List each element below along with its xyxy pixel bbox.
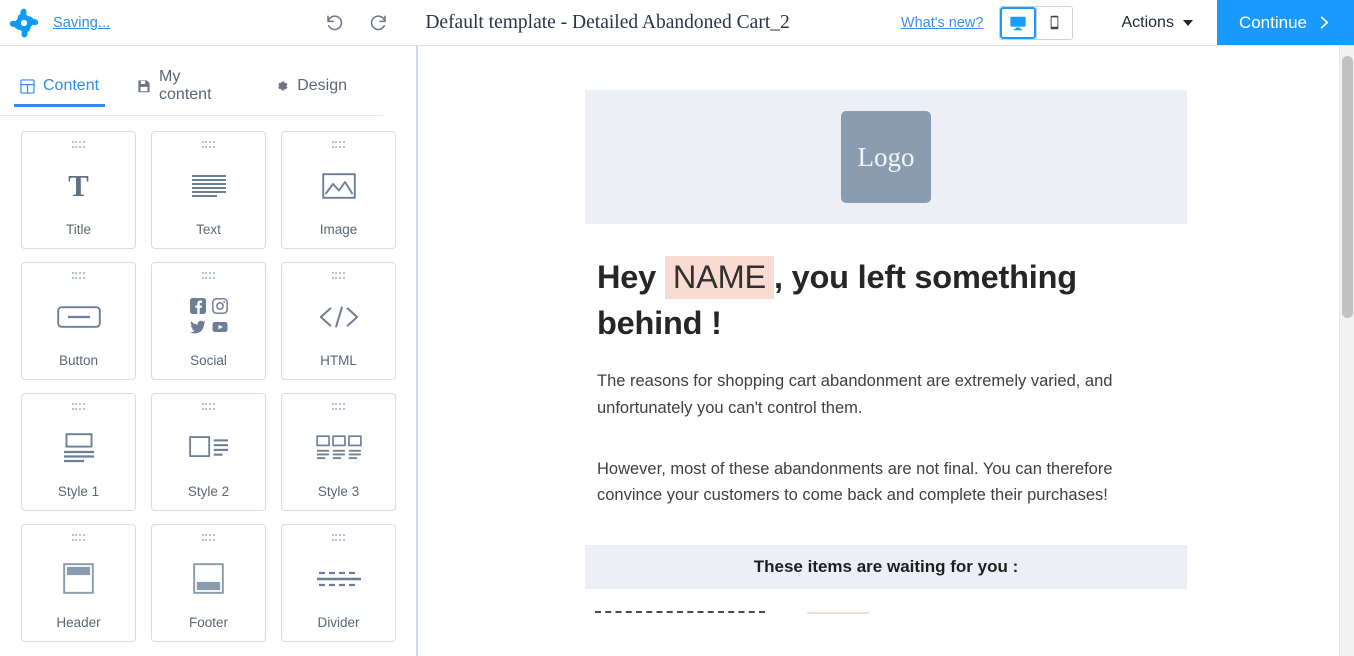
grid-blocks-icon xyxy=(20,78,35,94)
sidebar-tabs: Content My content Design xyxy=(0,46,383,116)
block-style-1[interactable]: Style 1 xyxy=(21,393,136,511)
block-image[interactable]: Image xyxy=(281,131,396,249)
instagram-icon xyxy=(211,298,228,314)
undo-arrow-icon[interactable] xyxy=(323,12,345,34)
divider-lines-icon xyxy=(316,542,362,615)
chevron-down-icon xyxy=(1182,19,1193,26)
content-blocks-grid: T Title Text Image Button Social HTML St… xyxy=(0,116,416,642)
block-social-label: Social xyxy=(190,353,227,368)
email-template: Logo Hey NAME, you left something behind… xyxy=(585,46,1187,615)
mobile-phone-icon[interactable] xyxy=(1036,6,1073,39)
image-over-text-icon xyxy=(62,411,96,484)
tab-design[interactable]: Design xyxy=(273,71,349,106)
block-title[interactable]: T Title xyxy=(21,131,136,249)
block-style-1-label: Style 1 xyxy=(57,484,100,499)
block-style-3-label: Style 3 xyxy=(317,484,360,499)
drag-grip-icon[interactable] xyxy=(71,403,86,411)
drag-grip-icon[interactable] xyxy=(201,403,216,411)
block-title-label: Title xyxy=(65,222,91,237)
email-paragraph-1[interactable]: The reasons for shopping cart abandonmen… xyxy=(585,368,1187,421)
topbar-right-group: What's new? Actions Continue xyxy=(885,0,1354,45)
canvas-scrollbar-thumb[interactable] xyxy=(1342,56,1353,318)
drag-grip-icon[interactable] xyxy=(331,534,346,542)
block-style-2-label: Style 2 xyxy=(187,484,230,499)
content-sidebar: Content My content Design T Title Text I… xyxy=(0,46,418,656)
drag-grip-icon[interactable] xyxy=(201,141,216,149)
rounded-button-icon xyxy=(56,280,101,353)
logo-placeholder[interactable]: Logo xyxy=(841,111,931,203)
block-button[interactable]: Button xyxy=(21,262,136,380)
document-title: Default template - Detailed Abandoned Ca… xyxy=(425,11,790,33)
continue-button[interactable]: Continue xyxy=(1216,0,1354,45)
actions-menu-button[interactable]: Actions xyxy=(1077,0,1216,45)
canvas-scrollbar-track[interactable] xyxy=(1339,46,1354,656)
youtube-icon xyxy=(212,322,227,332)
block-html-label: HTML xyxy=(320,353,357,368)
email-heading[interactable]: Hey NAME, you left something behind ! xyxy=(585,224,1187,350)
editor-body: Content My content Design T Title Text I… xyxy=(0,46,1354,656)
block-html[interactable]: HTML xyxy=(281,262,396,380)
tab-my-content[interactable]: My content xyxy=(135,62,239,115)
dashed-separator-icon xyxy=(595,611,765,614)
block-social[interactable]: Social xyxy=(151,262,266,380)
header-bar-icon xyxy=(63,542,94,615)
drag-grip-icon[interactable] xyxy=(201,272,216,280)
text-lines-icon xyxy=(191,149,227,222)
drag-grip-icon[interactable] xyxy=(71,141,86,149)
email-paragraph-2[interactable]: However, most of these abandonments are … xyxy=(585,456,1187,509)
twitter-icon xyxy=(189,320,206,334)
three-columns-icon xyxy=(315,411,362,484)
block-style-2[interactable]: Style 2 xyxy=(151,393,266,511)
tab-my-content-label: My content xyxy=(159,68,212,103)
code-brackets-icon xyxy=(318,280,360,353)
email-items-banner[interactable]: These items are waiting for you : xyxy=(585,545,1187,590)
redo-arrow-icon[interactable] xyxy=(367,12,389,34)
block-style-3[interactable]: Style 3 xyxy=(281,393,396,511)
device-preview-toggle xyxy=(999,5,1074,40)
name-merge-tag[interactable]: NAME xyxy=(664,256,774,299)
brevo-pinwheel-logo-icon[interactable] xyxy=(7,6,41,40)
tab-design-label: Design xyxy=(297,77,347,94)
heading-before-text: Hey xyxy=(597,259,657,295)
actions-label: Actions xyxy=(1121,13,1174,31)
drag-grip-icon[interactable] xyxy=(71,272,86,280)
saving-status-link[interactable]: Saving... xyxy=(53,15,110,31)
email-product-row[interactable] xyxy=(585,589,1187,615)
picture-mountain-icon xyxy=(321,149,356,222)
block-footer-label: Footer xyxy=(188,615,229,630)
top-toolbar: Saving... Default template - Detailed Ab… xyxy=(0,0,1354,46)
tab-content[interactable]: Content xyxy=(13,71,106,107)
undo-redo-group xyxy=(323,12,389,34)
email-preview-canvas[interactable]: Logo Hey NAME, you left something behind… xyxy=(418,46,1354,656)
serif-letter-t-icon: T xyxy=(68,168,89,203)
block-header[interactable]: Header xyxy=(21,524,136,642)
block-divider[interactable]: Divider xyxy=(281,524,396,642)
continue-label: Continue xyxy=(1238,12,1307,32)
block-footer[interactable]: Footer xyxy=(151,524,266,642)
whats-new-link[interactable]: What's new? xyxy=(885,0,1000,45)
block-image-label: Image xyxy=(319,222,358,237)
drag-grip-icon[interactable] xyxy=(331,403,346,411)
drag-grip-icon[interactable] xyxy=(201,534,216,542)
block-header-label: Header xyxy=(56,615,101,630)
pink-separator-icon xyxy=(807,612,869,615)
desktop-monitor-icon[interactable] xyxy=(1000,6,1037,39)
image-left-text-right-icon xyxy=(188,411,229,484)
gear-icon xyxy=(278,81,288,91)
drag-grip-icon[interactable] xyxy=(71,534,86,542)
footer-bar-icon xyxy=(193,542,224,615)
save-disk-icon xyxy=(138,80,150,93)
block-button-label: Button xyxy=(58,353,99,368)
facebook-icon xyxy=(189,298,206,314)
drag-grip-icon[interactable] xyxy=(331,141,346,149)
social-networks-icon xyxy=(189,280,228,353)
block-text[interactable]: Text xyxy=(151,131,266,249)
chevron-right-icon xyxy=(1320,16,1329,29)
block-divider-label: Divider xyxy=(317,615,360,630)
email-logo-section[interactable]: Logo xyxy=(585,90,1187,224)
block-text-label: Text xyxy=(196,222,221,237)
tab-content-label: Content xyxy=(43,77,100,94)
drag-grip-icon[interactable] xyxy=(331,272,346,280)
